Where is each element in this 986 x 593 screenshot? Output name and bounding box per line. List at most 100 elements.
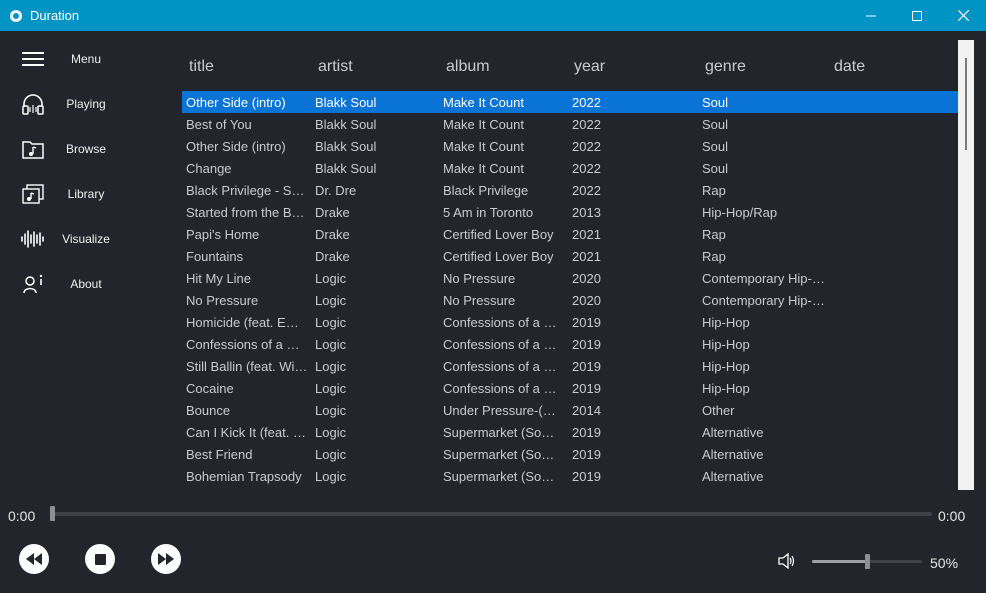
playback-controls: 50% — [0, 540, 986, 580]
track-cell-title: Hit My Line — [186, 271, 252, 286]
sidebar-item-about[interactable]: About — [0, 264, 180, 304]
track-cell-artist: Logic — [315, 337, 347, 352]
track-row[interactable]: Confessions of a Da... Logic Confessions o… — [182, 333, 958, 355]
track-cell-genre: Alternative — [702, 425, 764, 440]
seek-slider-thumb[interactable] — [50, 506, 55, 521]
track-cell-title: Best of You — [186, 117, 252, 132]
track-row[interactable]: Homicide (feat. Emi... Logic Confessions o… — [182, 311, 958, 333]
minimize-button[interactable] — [848, 0, 894, 31]
track-row[interactable]: No Pressure Logic No Pressure 2020 Contempor… — [182, 289, 958, 311]
track-cell-title: Change — [186, 161, 232, 176]
track-row[interactable]: Papi's Home Drake Certified Lover Boy 2021 R… — [182, 223, 958, 245]
track-cell-genre: Alternative — [702, 447, 764, 462]
track-cell-title: Started from the Bott... — [186, 205, 308, 220]
headphones-icon — [21, 92, 45, 116]
track-cell-artist: Logic — [315, 293, 347, 308]
track-cell-album: Supermarket (Soun... — [443, 425, 561, 440]
track-cell-artist: Blakk Soul — [315, 161, 377, 176]
sidebar-item-library[interactable]: Library — [0, 174, 180, 214]
track-cell-title: Fountains — [186, 249, 244, 264]
track-cell-genre: Soul — [702, 161, 729, 176]
track-cell-title: Bohemian Trapsody — [186, 469, 302, 484]
track-cell-album: Confessions of a Da... — [443, 381, 561, 396]
track-cell-genre: Hip-Hop — [702, 315, 750, 330]
track-list-scrollbar[interactable] — [958, 40, 974, 490]
track-cell-genre: Alternative — [702, 469, 764, 484]
seek-bar: 0:00 0:00 — [0, 500, 986, 530]
close-button[interactable] — [940, 0, 986, 31]
maximize-icon — [912, 10, 922, 21]
track-cell-title: Best Friend — [186, 447, 253, 462]
track-cell-genre: Rap — [702, 249, 726, 264]
track-row[interactable]: Still Ballin (feat. Wiz ... Logic Confessi… — [182, 355, 958, 377]
track-cell-title: Other Side (intro) — [186, 95, 286, 110]
track-cell-genre: Rap — [702, 227, 726, 242]
track-row[interactable]: Hit My Line Logic No Pressure 2020 Contempor… — [182, 267, 958, 289]
track-list[interactable]: title artist album year genre date Other… — [182, 40, 958, 490]
track-row[interactable]: Best Friend Logic Supermarket (Soun... 2019… — [182, 443, 958, 465]
stop-button[interactable] — [85, 544, 115, 574]
track-cell-album: Confessions of a Da... — [443, 315, 561, 330]
track-row[interactable]: Bounce Logic Under Pressure-(Del... 2014 Oth… — [182, 399, 958, 421]
fast-forward-button[interactable] — [151, 544, 181, 574]
column-header-title[interactable]: title — [189, 58, 311, 76]
maximize-button[interactable] — [894, 0, 940, 31]
column-header-year[interactable]: year — [574, 58, 694, 76]
track-cell-album: Supermarket (Soun... — [443, 469, 561, 484]
sidebar-item-playing[interactable]: Playing — [0, 84, 180, 124]
track-cell-album: No Pressure — [443, 293, 516, 308]
track-cell-artist: Logic — [315, 447, 347, 462]
sidebar-item-label: About — [70, 277, 102, 291]
close-icon — [957, 10, 969, 21]
track-row[interactable]: Bohemian Trapsody Logic Supermarket (Soun.… — [182, 465, 958, 487]
track-cell-album: Make It Count — [443, 161, 524, 176]
track-cell-album: Black Privilege — [443, 183, 529, 198]
track-row[interactable]: Can I Kick It (feat. Jut... Logic Supermar… — [182, 421, 958, 443]
track-cell-title: No Pressure — [186, 293, 259, 308]
track-cell-artist: Drake — [315, 205, 350, 220]
sidebar-item-label: Visualize — [62, 232, 110, 246]
track-row[interactable]: Started from the Bott... Drake 5 Am in Tor… — [182, 201, 958, 223]
title-bar: Duration — [0, 0, 986, 31]
track-cell-title: Papi's Home — [186, 227, 260, 242]
track-cell-title: Confessions of a Da... — [186, 337, 308, 352]
track-row[interactable]: Other Side (intro) Blakk Soul Make It Coun… — [182, 91, 958, 113]
track-cell-title: Bounce — [186, 403, 231, 418]
track-cell-year: 2014 — [572, 403, 601, 418]
rewind-button[interactable] — [19, 544, 49, 574]
track-cell-genre: Soul — [702, 117, 729, 132]
track-cell-album: Confessions of a Da... — [443, 359, 561, 374]
track-cell-genre: Soul — [702, 139, 729, 154]
track-cell-title: Still Ballin (feat. Wiz ... — [186, 359, 308, 374]
sidebar-item-browse[interactable]: Browse — [0, 129, 180, 169]
sidebar-item-visualize[interactable]: Visualize — [0, 219, 180, 259]
stop-icon — [94, 553, 106, 565]
track-cell-album: Confessions of a Da... — [443, 337, 561, 352]
track-cell-title: Other Side (intro) — [186, 139, 286, 154]
volume-slider-thumb[interactable] — [865, 554, 870, 569]
volume-slider-fill — [812, 560, 867, 563]
elapsed-time: 0:00 — [8, 508, 36, 524]
rewind-icon — [26, 553, 42, 565]
column-header-genre[interactable]: genre — [705, 58, 830, 76]
track-row[interactable]: Black Privilege - Son... Dr. Dre Black Pri… — [182, 179, 958, 201]
track-row[interactable]: Change Blakk Soul Make It Count 2022 Soul — [182, 157, 958, 179]
track-row[interactable]: Other Side (intro) Blakk Soul Make It Coun… — [182, 135, 958, 157]
column-header-album[interactable]: album — [446, 58, 564, 76]
track-cell-genre: Soul — [702, 95, 729, 110]
hamburger-icon — [21, 47, 45, 71]
sidebar-item-menu[interactable]: Menu — [0, 39, 180, 79]
track-cell-artist: Blakk Soul — [315, 95, 377, 110]
fast-forward-icon — [158, 553, 174, 565]
track-row[interactable]: Cocaine Logic Confessions of a Da... 2019 Hi… — [182, 377, 958, 399]
speaker-icon[interactable] — [778, 553, 796, 569]
column-header-artist[interactable]: artist — [318, 58, 438, 76]
track-row[interactable]: Fountains Drake Certified Lover Boy 2021 Rap — [182, 245, 958, 267]
track-cell-album: Make It Count — [443, 117, 524, 132]
scrollbar-thumb[interactable] — [965, 58, 967, 150]
column-header-date[interactable]: date — [834, 58, 954, 76]
track-row[interactable]: Best of You Blakk Soul Make It Count 2022 So… — [182, 113, 958, 135]
seek-slider-track[interactable] — [52, 512, 932, 516]
track-cell-genre: Other — [702, 403, 735, 418]
waveform-icon — [21, 227, 45, 251]
